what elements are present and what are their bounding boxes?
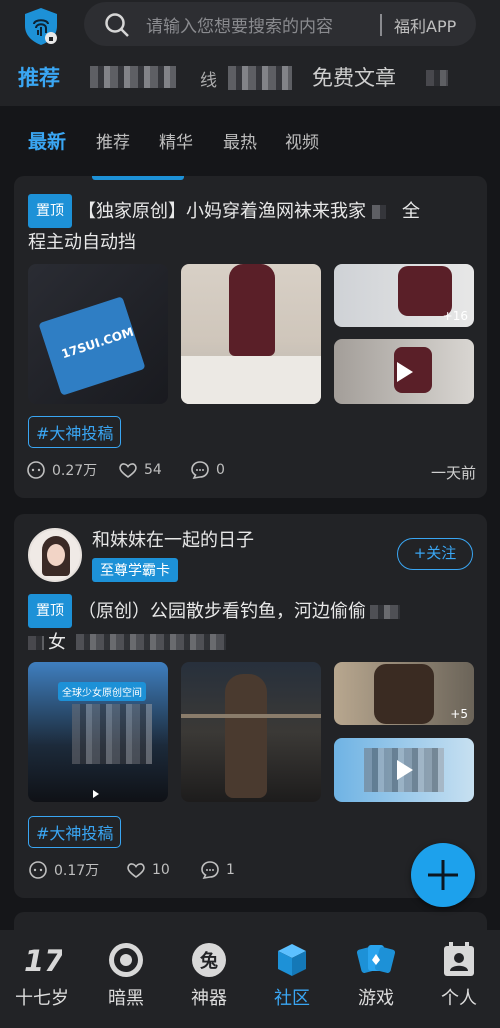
- views-stat: 0.17万: [28, 860, 99, 880]
- views-stat: 0.27万: [26, 460, 97, 480]
- post-image[interactable]: 17SUI.COM: [28, 264, 168, 404]
- subtab-recommend[interactable]: 推荐: [96, 128, 130, 153]
- eye-chat-icon: [29, 861, 47, 879]
- blurred-category[interactable]: [90, 66, 176, 88]
- nav-item-seventeen[interactable]: 17 十七岁: [0, 930, 84, 1028]
- post-card[interactable]: 和妹妹在一起的日子 至尊学霸卡 +关注 置顶 （原创）公园散步看钓鱼，河边偷偷 女…: [14, 514, 487, 898]
- blurred-text: [372, 205, 386, 219]
- fingerprint-shield-logo-icon[interactable]: [22, 6, 60, 46]
- tool-icon: 兔: [192, 943, 226, 977]
- author-name[interactable]: 和妹妹在一起的日子: [92, 526, 254, 552]
- nav-label: 个人: [441, 988, 477, 1009]
- comments-count: 1: [226, 862, 235, 878]
- seventeen-logo-icon: 17: [24, 944, 62, 978]
- post-video[interactable]: [334, 738, 474, 802]
- nav-item-tools[interactable]: 兔 神器: [167, 930, 251, 1028]
- tab-recommend[interactable]: 推荐: [18, 62, 60, 92]
- nav-item-games[interactable]: 游戏: [334, 930, 418, 1028]
- heart-icon: [127, 863, 145, 878]
- cards-icon: [356, 945, 396, 973]
- play-icon[interactable]: [392, 758, 416, 782]
- comments-stat[interactable]: 1: [200, 860, 235, 880]
- post-title-line2: 女: [48, 632, 66, 653]
- svg-text:17: 17: [24, 944, 62, 978]
- post-tag[interactable]: #大神投稿: [28, 416, 122, 448]
- nav-label: 游戏: [358, 988, 394, 1009]
- category-tabs: 推荐 线 免费文章: [0, 52, 500, 106]
- post-tag[interactable]: #大神投稿: [28, 816, 122, 848]
- search-bar[interactable]: 请输入您想要搜索的内容 福利APP: [84, 2, 476, 46]
- subtab-featured[interactable]: 精华: [159, 128, 193, 153]
- comment-icon: [201, 861, 219, 880]
- post-video[interactable]: [334, 339, 474, 404]
- search-divider: [380, 14, 382, 36]
- nav-label: 神器: [191, 988, 227, 1009]
- follow-button[interactable]: +关注: [397, 538, 473, 570]
- comments-stat[interactable]: 0: [190, 460, 225, 480]
- post-image[interactable]: +5: [334, 662, 474, 725]
- badge-stub: [92, 176, 184, 180]
- likes-count: 10: [152, 862, 170, 878]
- top-bar: 请输入您想要搜索的内容 福利APP 推荐 线 免费文章: [0, 0, 500, 106]
- play-icon[interactable]: [92, 790, 100, 798]
- community-box-icon: [278, 944, 306, 976]
- blurred-category[interactable]: [228, 66, 292, 90]
- profile-icon: [444, 942, 474, 976]
- likes-count: 54: [144, 462, 162, 478]
- nav-label: 十七岁: [15, 988, 69, 1009]
- nav-item-dark[interactable]: 暗黑: [84, 930, 168, 1028]
- nav-item-community[interactable]: 社区: [250, 930, 334, 1028]
- views-count: 0.27万: [52, 463, 98, 479]
- heart-icon: [119, 463, 137, 478]
- svg-text:兔: 兔: [199, 950, 218, 972]
- bottom-navigation: 17 十七岁 暗黑 兔 神器 社区 游戏 个人: [0, 930, 500, 1028]
- subtab-latest[interactable]: 最新: [28, 127, 66, 154]
- blurred-text: [76, 634, 226, 650]
- post-title[interactable]: 置顶 （原创）公园散步看钓鱼，河边偷偷 女: [28, 594, 478, 658]
- post-video[interactable]: 全球少女原创空间: [28, 662, 168, 802]
- avatar[interactable]: [28, 528, 82, 582]
- tab-line-partial[interactable]: 线: [200, 66, 217, 91]
- post-image[interactable]: [181, 662, 321, 802]
- eye-chat-icon: [27, 461, 45, 479]
- subtab-video[interactable]: 视频: [285, 128, 319, 153]
- blurred-text: [370, 605, 400, 619]
- fuli-app-link[interactable]: 福利APP: [394, 13, 456, 37]
- dark-disc-icon: [109, 943, 143, 977]
- blurred-category[interactable]: [426, 70, 448, 86]
- views-count: 0.17万: [54, 863, 100, 879]
- post-title-text: （原创）公园散步看钓鱼，河边偷偷: [78, 601, 366, 622]
- post-time: 一天前: [430, 464, 476, 482]
- post-stats: 0.27万 54 0 一天前: [26, 460, 476, 484]
- post-stats: 0.17万 10 1: [26, 860, 476, 884]
- likes-stat[interactable]: 10: [126, 860, 170, 880]
- post-image[interactable]: [181, 264, 321, 404]
- post-title-text: 【独家原创】小妈穿着渔网袜来我家: [78, 201, 366, 222]
- author-badge: 至尊学霸卡: [92, 558, 178, 582]
- post-title-line2: 程主动自动挡: [28, 232, 136, 253]
- image-watermark: 全球少女原创空间: [58, 682, 146, 701]
- create-post-button[interactable]: [411, 843, 475, 907]
- likes-stat[interactable]: 54: [118, 460, 162, 480]
- post-title[interactable]: 置顶 【独家原创】小妈穿着渔网袜来我家 全 程主动自动挡: [28, 194, 478, 258]
- search-placeholder[interactable]: 请输入您想要搜索的内容: [146, 12, 333, 37]
- comments-count: 0: [216, 462, 225, 478]
- nav-label: 社区: [274, 988, 310, 1009]
- play-icon[interactable]: [392, 360, 416, 384]
- pinned-badge: 置顶: [28, 194, 72, 228]
- nav-item-profile[interactable]: 个人: [417, 930, 500, 1028]
- pinned-badge: 置顶: [28, 594, 72, 628]
- sub-tabs: 最新 推荐 精华 最热 视频: [0, 106, 500, 176]
- subtab-hottest[interactable]: 最热: [223, 128, 257, 153]
- search-icon: [105, 13, 129, 37]
- post-card[interactable]: 置顶 【独家原创】小妈穿着渔网袜来我家 全 程主动自动挡 17SUI.COM +16…: [14, 176, 487, 498]
- blurred-text: [28, 636, 44, 650]
- nav-label: 暗黑: [108, 988, 144, 1009]
- more-images-count: +16: [442, 309, 468, 323]
- more-images-count: +5: [450, 707, 468, 721]
- comment-icon: [191, 461, 209, 480]
- post-image[interactable]: +16: [334, 264, 474, 327]
- tab-free-articles[interactable]: 免费文章: [312, 62, 396, 92]
- post-title-end: 全: [402, 201, 420, 222]
